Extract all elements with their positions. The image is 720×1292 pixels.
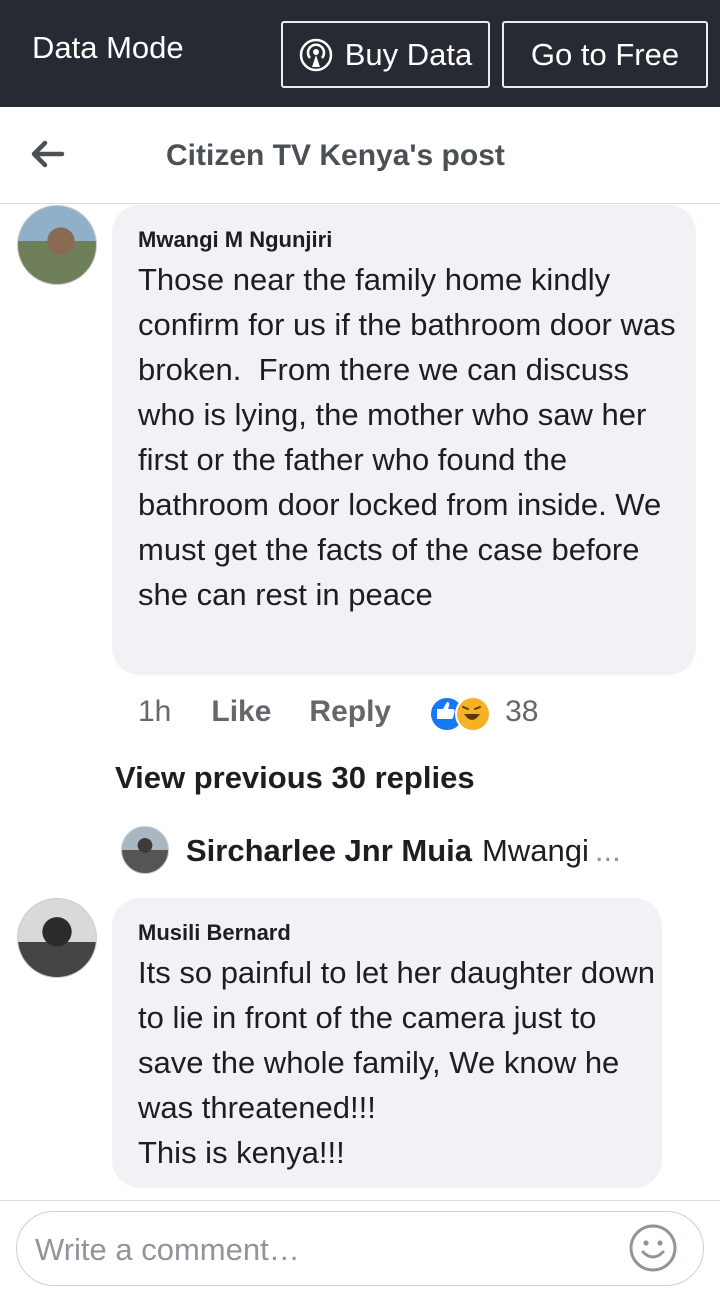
back-arrow-icon[interactable] [28, 135, 66, 173]
reactions[interactable] [429, 694, 492, 732]
reaction-glyphs [437, 702, 482, 720]
reply-avatar[interactable] [121, 826, 169, 874]
go-to-free-button[interactable]: Go to Free [502, 21, 708, 88]
reply-text: Mwangi [482, 833, 589, 868]
buy-data-label: Buy Data [344, 36, 473, 72]
comment-bubble: Musili Bernard Its so painful to let her… [112, 898, 662, 1188]
comment-actions: 1h Like Reply 38 [138, 692, 538, 732]
comment-author[interactable]: Musili Bernard [138, 920, 291, 946]
buy-data-button[interactable]: Buy Data [281, 21, 490, 88]
reply-author[interactable]: Sircharlee Jnr Muia [186, 833, 472, 868]
comment-composer[interactable] [16, 1211, 704, 1286]
post-header: Citizen TV Kenya's post [0, 107, 720, 204]
reaction-count: 38 [505, 695, 539, 728]
comment-time[interactable]: 1h [138, 695, 171, 729]
data-mode-label: Data Mode [32, 30, 184, 65]
avatar[interactable] [17, 205, 97, 285]
page-title: Citizen TV Kenya's post [166, 139, 505, 172]
reply-button[interactable]: Reply [309, 695, 391, 729]
comment-text: Its so painful to let her daughter down … [138, 955, 655, 1170]
view-previous-replies-link[interactable]: View previous 30 replies [115, 760, 475, 796]
like-button[interactable]: Like [211, 695, 271, 729]
reply-preview[interactable]: Sircharlee Jnr Muia Mwangi... [186, 833, 621, 869]
comment-bubble: Mwangi M Ngunjiri Those near the family … [112, 205, 696, 675]
reply-more-ellipsis: ... [594, 833, 621, 868]
smiley-icon[interactable] [628, 1223, 678, 1273]
comment-input[interactable] [33, 1224, 627, 1276]
go-to-free-label: Go to Free [530, 36, 680, 72]
comment-author[interactable]: Mwangi M Ngunjiri [138, 227, 332, 253]
avatar[interactable] [17, 898, 97, 978]
comment-text: Those near the family home kindly confir… [138, 262, 685, 612]
data-mode-bar: Data Mode Buy Data Go to Free [0, 0, 720, 107]
broadcast-icon [299, 38, 332, 71]
